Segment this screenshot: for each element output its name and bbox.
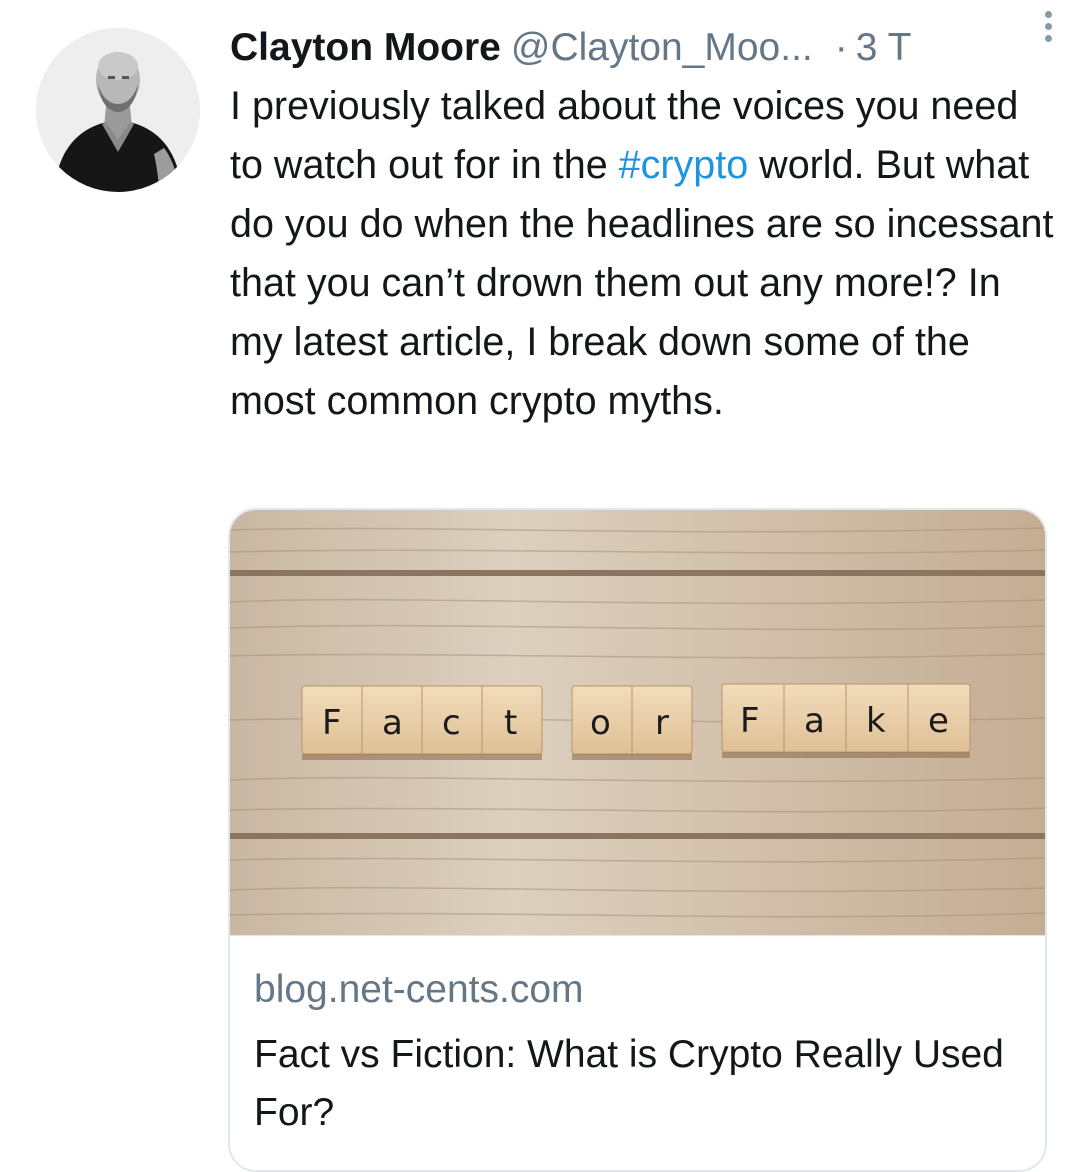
card-domain: blog.net-cents.com <box>254 968 584 1011</box>
tile-letter: a <box>804 701 825 741</box>
tile-letter: e <box>928 701 949 741</box>
more-vertical-icon[interactable] <box>1028 4 1068 48</box>
tweet-text: I previously talked about the voices you… <box>230 77 1060 431</box>
tweet-header: Clayton Moore @Clayton_Moo... · 3 T <box>230 22 1060 74</box>
tweet[interactable]: Clayton Moore @Clayton_Moo... · 3 T I pr… <box>0 0 1080 1172</box>
author-handle[interactable]: @Clayton_Moo... <box>511 22 813 74</box>
avatar[interactable] <box>36 28 200 192</box>
tile-letter: k <box>866 701 886 741</box>
tile-letter: a <box>382 703 403 743</box>
tile-letter: c <box>442 703 461 743</box>
card-title: Fact vs Fiction: What is Crypto Really U… <box>254 1033 1004 1134</box>
card-divider <box>230 935 1045 936</box>
author-name[interactable]: Clayton Moore <box>230 22 501 74</box>
hashtag-link[interactable]: #crypto <box>619 143 749 187</box>
tile-letter: r <box>655 703 669 743</box>
separator: · <box>834 26 848 69</box>
tile-letter: o <box>590 703 611 743</box>
timestamp[interactable]: 3 T <box>856 22 912 74</box>
card-image[interactable]: F a c t o r F a k e <box>230 510 1045 935</box>
tile-letter: F <box>740 701 760 741</box>
tile-letter: t <box>504 703 517 743</box>
tile-letter: F <box>322 703 342 743</box>
link-card[interactable]: F a c t o r F a k e blog.net-cents.com F… <box>228 508 1047 1172</box>
